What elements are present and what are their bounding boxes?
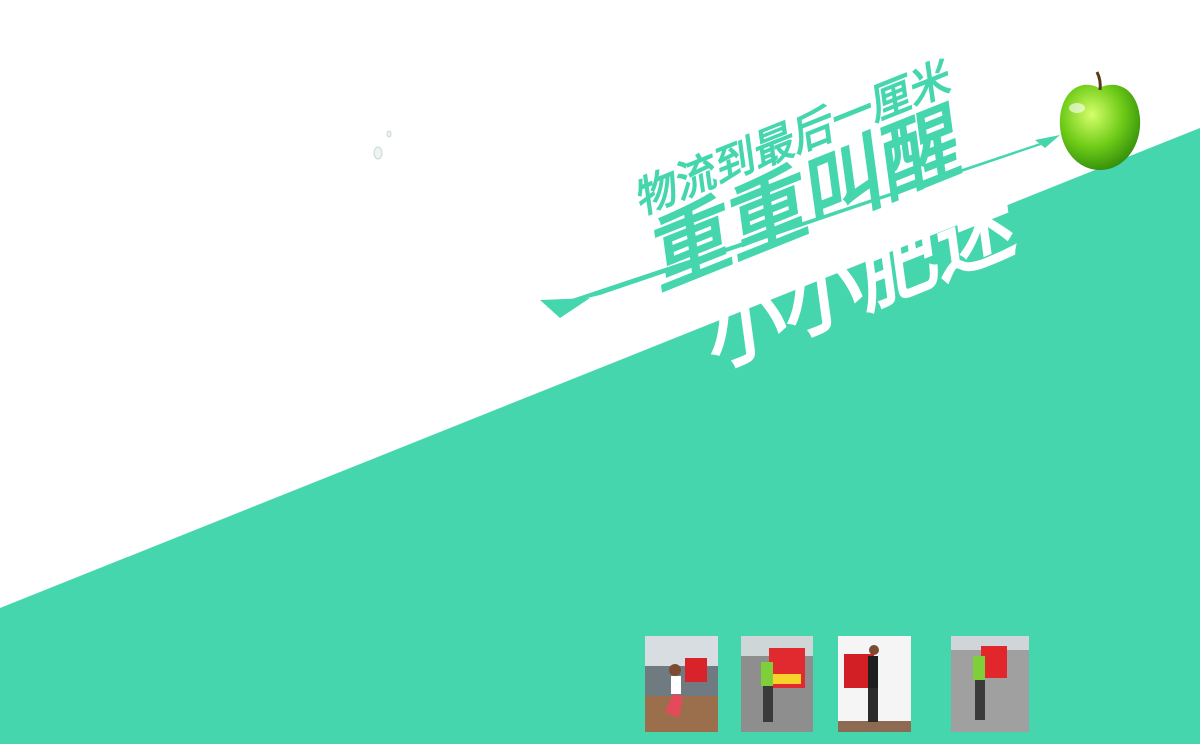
- thumbnail-3[interactable]: [838, 636, 911, 732]
- poster: 物流到最后一厘米 重重叫醒 小小肥迷: [0, 0, 1200, 744]
- green-apple-icon: [1059, 71, 1141, 170]
- thumbnail-4[interactable]: [951, 636, 1029, 732]
- photo-standing-side-view: [838, 636, 911, 732]
- photo-kneeling-with-backpack: [645, 636, 718, 732]
- thumbnail-1[interactable]: [645, 636, 718, 732]
- water-droplet-icon: [373, 130, 392, 160]
- photo-walking-side-view: [951, 636, 1029, 732]
- teal-diagonal-band: 物流到最后一厘米 重重叫醒 小小肥迷: [0, 52, 1200, 744]
- thumbnail-2[interactable]: [741, 636, 813, 732]
- photo-walking-back-view: [741, 636, 813, 732]
